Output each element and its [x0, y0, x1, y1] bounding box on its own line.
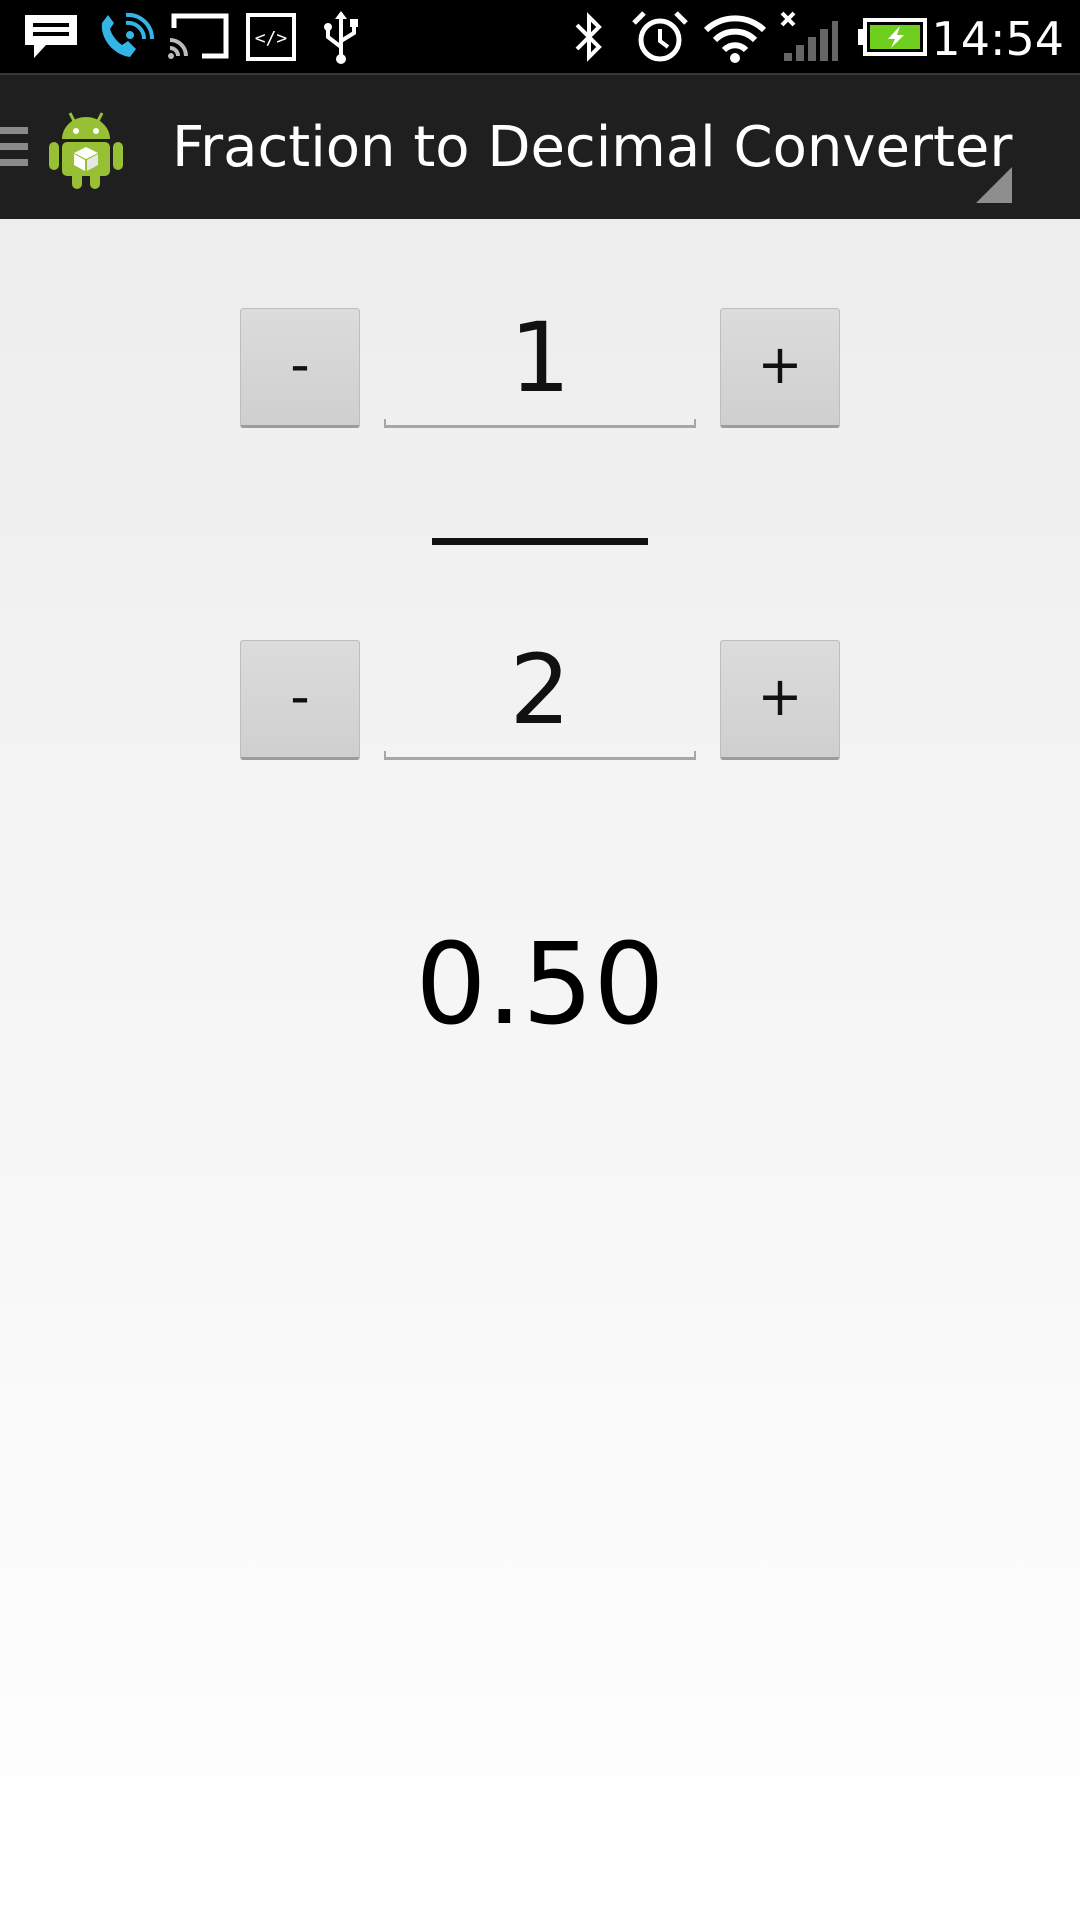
denominator-field[interactable]: 2: [384, 640, 696, 760]
status-bar: </> 14:54: [0, 0, 1080, 73]
action-bar: Fraction to Decimal Converter: [0, 73, 1080, 219]
bluetooth-icon: [566, 0, 612, 73]
svg-text:</>: </>: [255, 28, 288, 49]
overflow-menu-icon[interactable]: [976, 167, 1012, 203]
app-title: Fraction to Decimal Converter: [172, 115, 1013, 180]
drawer-indicator-icon[interactable]: [0, 127, 28, 167]
usb-icon: [318, 0, 364, 73]
numerator-increment-button[interactable]: +: [720, 308, 840, 428]
denominator-increment-button[interactable]: +: [720, 640, 840, 760]
signal-no-service-icon: [776, 0, 840, 73]
denominator-decrement-button[interactable]: -: [240, 640, 360, 760]
numerator-field[interactable]: 1: [384, 308, 696, 428]
wifi-calling-icon: [96, 0, 156, 73]
wifi-icon: [700, 0, 770, 73]
alarm-icon: [630, 0, 690, 73]
developer-code-icon: </>: [245, 0, 297, 73]
decimal-result: 0.50: [415, 920, 665, 1050]
android-app-icon[interactable]: [46, 105, 126, 191]
denominator-field-underline: [384, 751, 696, 760]
numerator-decrement-button[interactable]: -: [240, 308, 360, 428]
message-icon: [22, 0, 80, 73]
cast-icon: [166, 0, 230, 73]
fraction-bar: [432, 538, 648, 545]
denominator-value: 2: [509, 634, 571, 746]
status-clock: 14:54: [931, 12, 1064, 66]
numerator-value: 1: [509, 302, 571, 414]
numerator-field-underline: [384, 419, 696, 428]
battery-charging-icon: [858, 0, 928, 73]
